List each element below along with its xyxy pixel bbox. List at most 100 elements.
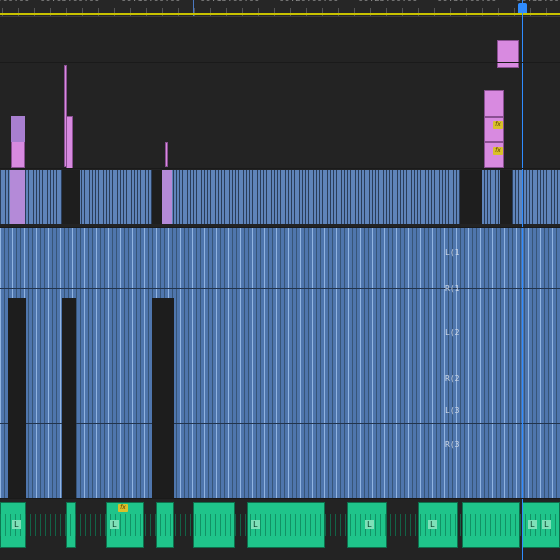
audio-waveform-line [510,514,511,536]
audio-waveform-line [445,514,446,536]
clip-edit-line [123,170,124,224]
clip-label: L [110,520,119,529]
audio-waveform-line [30,514,31,536]
ruler-timecode: 00:25:00:00 [358,0,418,4]
audio-waveform-line [295,514,296,536]
audio-waveform-line [490,514,491,536]
ruler-timecode: 00:30:00:00 [437,0,497,4]
audio-waveform-line [252,228,253,498]
title-clip[interactable] [162,170,172,224]
clip-edit-line [512,170,513,224]
clip-edit-line [271,170,272,224]
audio-waveform-line [556,228,557,498]
title-clip[interactable] [484,90,504,117]
clip-edit-line [546,170,547,224]
clip-edit-line [389,170,390,224]
audio-waveform-line [500,228,501,498]
audio-waveform-line [432,228,433,498]
clip-edit-line [235,170,236,224]
video-gap [152,170,162,224]
audio-waveform-line [0,228,1,498]
timeline-panel[interactable]: 00:00:00:00 00:05:00:00 00:10:00:00 00:15:0… [0,0,560,560]
audio-waveform-line [185,514,186,536]
audio-waveform-line [120,228,121,498]
audio-waveform-line [416,228,417,498]
audio-waveform-line [25,514,26,536]
clip-edit-line [176,170,177,224]
clip-edit-line [341,170,342,224]
audio-waveform-line [410,514,411,536]
ruler-timecode: 00:00:00:00 [0,0,30,4]
audio-waveform-line [180,228,181,498]
work-area-bar[interactable] [0,13,560,15]
audio-waveform-line [245,514,246,536]
audio-waveform-line [325,514,326,536]
clip-edit-line [299,170,300,224]
audio-waveform-line [132,228,133,498]
audio-waveform-line [360,514,361,536]
audio-waveform-line [405,514,406,536]
audio-waveform-line [475,514,476,536]
audio-waveform-line [348,228,349,498]
title-clip-lavender[interactable] [11,116,25,142]
track-divider [0,227,560,228]
audio-clip-green[interactable] [418,502,458,548]
audio-waveform-line [390,514,391,536]
clip-edit-line [358,170,359,224]
audio-waveform-line [128,228,129,498]
audio-waveform-line [48,228,49,498]
audio-waveform-line [10,514,11,536]
ruler-timecode: 00:15:00:00 [200,0,260,4]
clip-edit-line [134,170,135,224]
audio-waveform-line [204,228,205,498]
clip-edit-line [490,170,491,224]
clip-edit-line [364,170,365,224]
audio-waveform-line [332,228,333,498]
clip-edit-line [84,170,85,224]
audio-waveform-line [504,228,505,498]
clip-edit-line [5,170,6,224]
audio-waveform-line [395,514,396,536]
clip-edit-line [361,170,362,224]
audio-channel-divider [0,423,560,424]
audio-waveform-line [330,514,331,536]
audio-waveform-line [220,228,221,498]
audio-waveform-line [260,228,261,498]
audio-waveform-line [188,228,189,498]
title-clip[interactable] [484,142,504,168]
audio-waveform-line [176,228,177,498]
audio-waveform-line [520,514,521,536]
clip-edit-line [201,170,202,224]
audio-waveform-line [75,514,76,536]
clip-edit-line [39,170,40,224]
audio-waveform-line [5,514,6,536]
title-clip[interactable] [165,142,168,167]
audio-waveform-line [496,228,497,498]
clip-edit-line [232,170,233,224]
audio-waveform-line [256,228,257,498]
title-clip[interactable] [10,170,25,224]
clip-edit-line [50,170,51,224]
clip-edit-line [89,170,90,224]
audio-waveform-line [228,228,229,498]
audio-waveform-line [292,228,293,498]
clip-edit-line [218,170,219,224]
clip-label: L [12,520,21,529]
clip-edit-line [383,170,384,224]
playhead[interactable] [522,0,523,560]
title-clip[interactable] [497,40,519,68]
audio-waveform-line [232,228,233,498]
clip-edit-line [378,170,379,224]
clip-label: L [542,520,551,529]
playhead-handle[interactable] [518,3,527,13]
title-clip[interactable] [66,116,73,169]
audio-waveform-line [296,228,297,498]
clip-edit-line [322,170,323,224]
audio-waveform-line [472,228,473,498]
clip-edit-line [263,170,264,224]
audio-waveform-line [55,514,56,536]
audio-waveform-line [452,228,453,498]
audio-channel-divider [0,288,560,289]
track-divider [0,62,560,63]
audio-waveform-line [540,514,541,536]
